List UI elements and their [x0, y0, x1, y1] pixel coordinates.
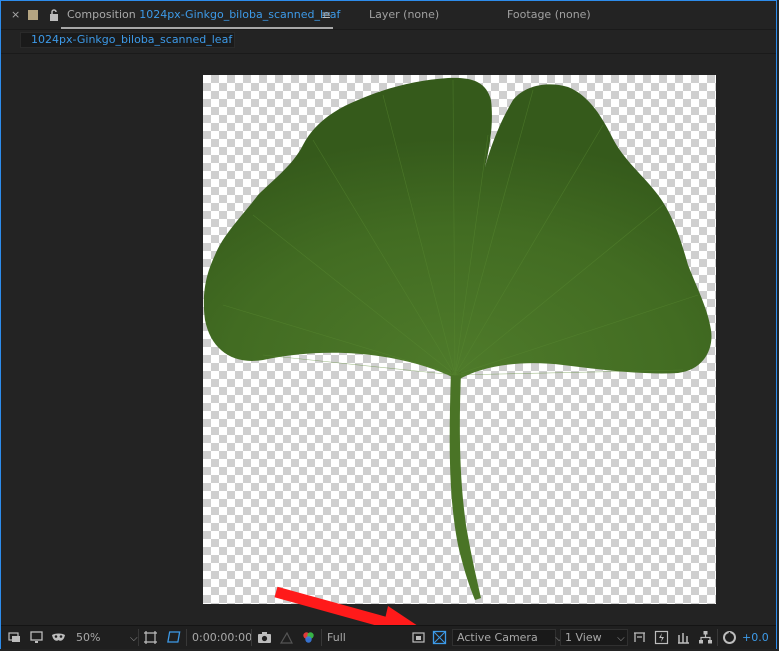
color-label-swatch[interactable]	[28, 10, 38, 20]
magnification-dropdown[interactable]: 50% ⌵	[76, 630, 138, 645]
viewer-toolbar: 50% ⌵ 0:00:00:00 Full Active Camera ⌵ 1 …	[1, 625, 776, 649]
divider	[717, 629, 718, 646]
magnification-value: 50%	[76, 631, 101, 644]
toggle-pixel-aspect-icon[interactable]	[632, 630, 647, 645]
exposure-value[interactable]: +0.0	[742, 630, 769, 645]
composition-canvas[interactable]	[203, 75, 716, 604]
view-layout-dropdown[interactable]: 1 View ⌵	[560, 629, 628, 646]
rgb-channels-icon[interactable]	[301, 630, 316, 645]
footage-tab[interactable]: Footage (none)	[507, 7, 591, 23]
camera-view-dropdown[interactable]: Active Camera ⌵	[452, 629, 563, 646]
close-icon[interactable]: ×	[11, 7, 20, 23]
fast-previews-icon[interactable]	[411, 630, 426, 645]
mask-visibility-icon[interactable]	[51, 630, 66, 645]
divider	[251, 629, 252, 646]
resolution-value: Full	[327, 631, 346, 644]
show-snapshot-icon[interactable]	[279, 630, 294, 645]
camera-view-value: Active Camera	[457, 631, 538, 644]
panel-header: × Composition 1024px-Ginkgo_biloba_scann…	[1, 1, 776, 29]
flowchart-icon[interactable]	[698, 630, 713, 645]
view-layout-value: 1 View	[565, 631, 602, 644]
panel-menu-icon[interactable]: ≡	[321, 7, 331, 23]
grid-guide-options-icon[interactable]	[143, 630, 158, 645]
composition-subtab[interactable]: 1024px-Ginkgo_biloba_scanned_leaf	[20, 32, 235, 48]
lock-icon[interactable]	[49, 9, 59, 21]
reset-exposure-icon[interactable]	[722, 630, 737, 645]
chevron-down-icon: ⌵	[617, 633, 625, 644]
composition-label: Composition	[67, 8, 136, 21]
resolution-dropdown[interactable]: Full	[327, 630, 346, 645]
ginkgo-leaf-image	[203, 77, 712, 600]
monitor-icon[interactable]	[29, 630, 44, 645]
fast-previews-lightning-icon[interactable]	[654, 630, 669, 645]
current-time-display[interactable]: 0:00:00:00	[192, 630, 252, 645]
camera-icon[interactable]	[257, 630, 272, 645]
layer-tab[interactable]: Layer (none)	[369, 7, 439, 23]
region-of-interest-icon[interactable]	[167, 630, 182, 645]
divider	[1, 29, 776, 30]
timeline-icon[interactable]	[676, 630, 691, 645]
divider	[321, 629, 322, 646]
composition-name: 1024px-Ginkgo_biloba_scanned_leaf	[139, 8, 341, 21]
divider	[138, 629, 139, 646]
divider	[186, 629, 187, 646]
chevron-down-icon: ⌵	[129, 633, 138, 644]
composition-tab[interactable]: Composition 1024px-Ginkgo_biloba_scanned…	[67, 7, 340, 23]
composition-viewer[interactable]	[1, 54, 776, 624]
always-preview-icon[interactable]	[7, 630, 22, 645]
transparency-grid-icon[interactable]	[432, 630, 447, 645]
